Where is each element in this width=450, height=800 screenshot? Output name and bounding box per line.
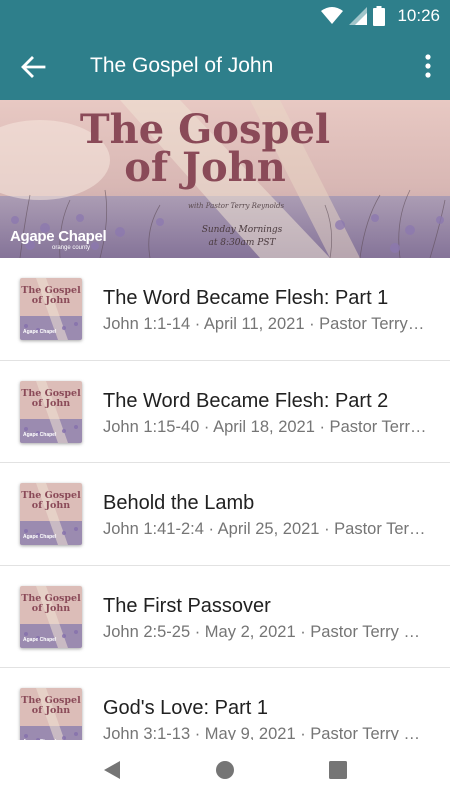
nav-home-button[interactable] bbox=[213, 758, 237, 782]
thumbnail-title-line2: of John bbox=[31, 602, 71, 614]
system-nav-bar bbox=[0, 740, 450, 800]
sermon-title: God's Love: Part 1 bbox=[103, 697, 269, 719]
sermon-item[interactable]: The Gospel of John Agape Chapel The Word… bbox=[0, 361, 450, 463]
banner-schedule-line2: at 8:30am PST bbox=[208, 238, 276, 248]
banner-pastor: with Pastor Terry Reynolds bbox=[188, 202, 285, 210]
thumbnail-title-line2: of John bbox=[31, 295, 71, 306]
status-icons: 10:26 bbox=[321, 6, 440, 26]
sermon-thumbnail: The Gospel of John Agape Chapel bbox=[20, 278, 82, 340]
church-logo-sub: orange county bbox=[52, 245, 91, 251]
back-button[interactable] bbox=[18, 53, 48, 81]
sermon-title: The Word Became Flesh: Part 1 bbox=[103, 287, 389, 309]
series-banner: The Gospel of John with Pastor Terry Rey… bbox=[0, 100, 450, 258]
home-circle-icon bbox=[216, 761, 234, 779]
status-bar: 10:26 bbox=[0, 0, 450, 33]
sermon-thumbnail: The Gospel of John Agape Chapel bbox=[20, 483, 82, 545]
arrow-back-icon bbox=[21, 56, 46, 78]
banner-schedule: Sunday Mornings at 8:30am PST bbox=[196, 224, 288, 250]
cell-signal-icon bbox=[349, 7, 368, 25]
sermon-title: The Word Became Flesh: Part 2 bbox=[103, 389, 389, 412]
sermon-item[interactable]: The Gospel of John Agape Chapel The Word… bbox=[0, 258, 450, 361]
nav-back-button[interactable] bbox=[100, 758, 124, 782]
sermon-subtitle: John 1:15-40 · April 18, 2021 · Pastor T… bbox=[103, 417, 428, 436]
thumbnail-title-line2: of John bbox=[31, 397, 71, 409]
more-vert-icon bbox=[425, 54, 431, 78]
sermon-item[interactable]: The Gospel of John Agape Chapel God's Lo… bbox=[0, 668, 450, 740]
page-title: The Gospel of John bbox=[90, 54, 274, 77]
thumbnail-logo: Agape Chapel bbox=[23, 431, 57, 438]
battery-icon bbox=[373, 6, 386, 26]
sermon-thumbnail: The Gospel of John Agape Chapel bbox=[20, 585, 82, 648]
thumbnail-title-line1: The Gospel bbox=[21, 387, 81, 399]
app-bar: The Gospel of John bbox=[0, 33, 450, 100]
thumbnail-logo: Agape Chapel bbox=[23, 534, 57, 540]
recents-square-icon bbox=[329, 761, 347, 779]
sermon-subtitle: John 3:1-13 · May 9, 2021 · Pastor Terry… bbox=[103, 725, 428, 740]
thumbnail-title-line2: of John bbox=[31, 500, 71, 511]
sermon-subtitle: John 1:41-2:4 · April 25, 2021 · Pastor … bbox=[103, 520, 428, 538]
sermon-thumbnail: The Gospel of John Agape Chapel bbox=[20, 688, 82, 740]
more-options-button[interactable] bbox=[420, 51, 436, 81]
sermon-title: The First Passover bbox=[103, 594, 271, 617]
thumbnail-title-line1: The Gospel bbox=[21, 592, 81, 604]
wifi-icon bbox=[321, 7, 344, 24]
banner-schedule-line1: Sunday Mornings bbox=[201, 225, 283, 235]
banner-title-line2: of John bbox=[124, 144, 286, 191]
thumbnail-logo: Agape Chapel bbox=[23, 636, 57, 643]
status-time: 10:26 bbox=[397, 6, 440, 25]
thumbnail-logo: Agape Chapel bbox=[23, 329, 57, 335]
back-triangle-icon bbox=[104, 761, 120, 779]
sermon-title: Behold the Lamb bbox=[103, 492, 255, 514]
sermon-item[interactable]: The Gospel of John Agape Chapel Behold t… bbox=[0, 463, 450, 566]
nav-recents-button[interactable] bbox=[326, 758, 350, 782]
sermon-subtitle: John 2:5-25 · May 2, 2021 · Pastor Terry… bbox=[103, 622, 428, 641]
sermon-list: The Gospel of John Agape Chapel The Word… bbox=[0, 258, 450, 740]
sermon-item[interactable]: The Gospel of John Agape Chapel The Firs… bbox=[0, 566, 450, 668]
sermon-thumbnail: The Gospel of John Agape Chapel bbox=[20, 380, 82, 443]
thumbnail-title-line2: of John bbox=[31, 705, 71, 716]
church-logo: Agape Chapel bbox=[10, 228, 107, 245]
sermon-subtitle: John 1:1-14 · April 11, 2021 · Pastor Te… bbox=[103, 315, 428, 333]
